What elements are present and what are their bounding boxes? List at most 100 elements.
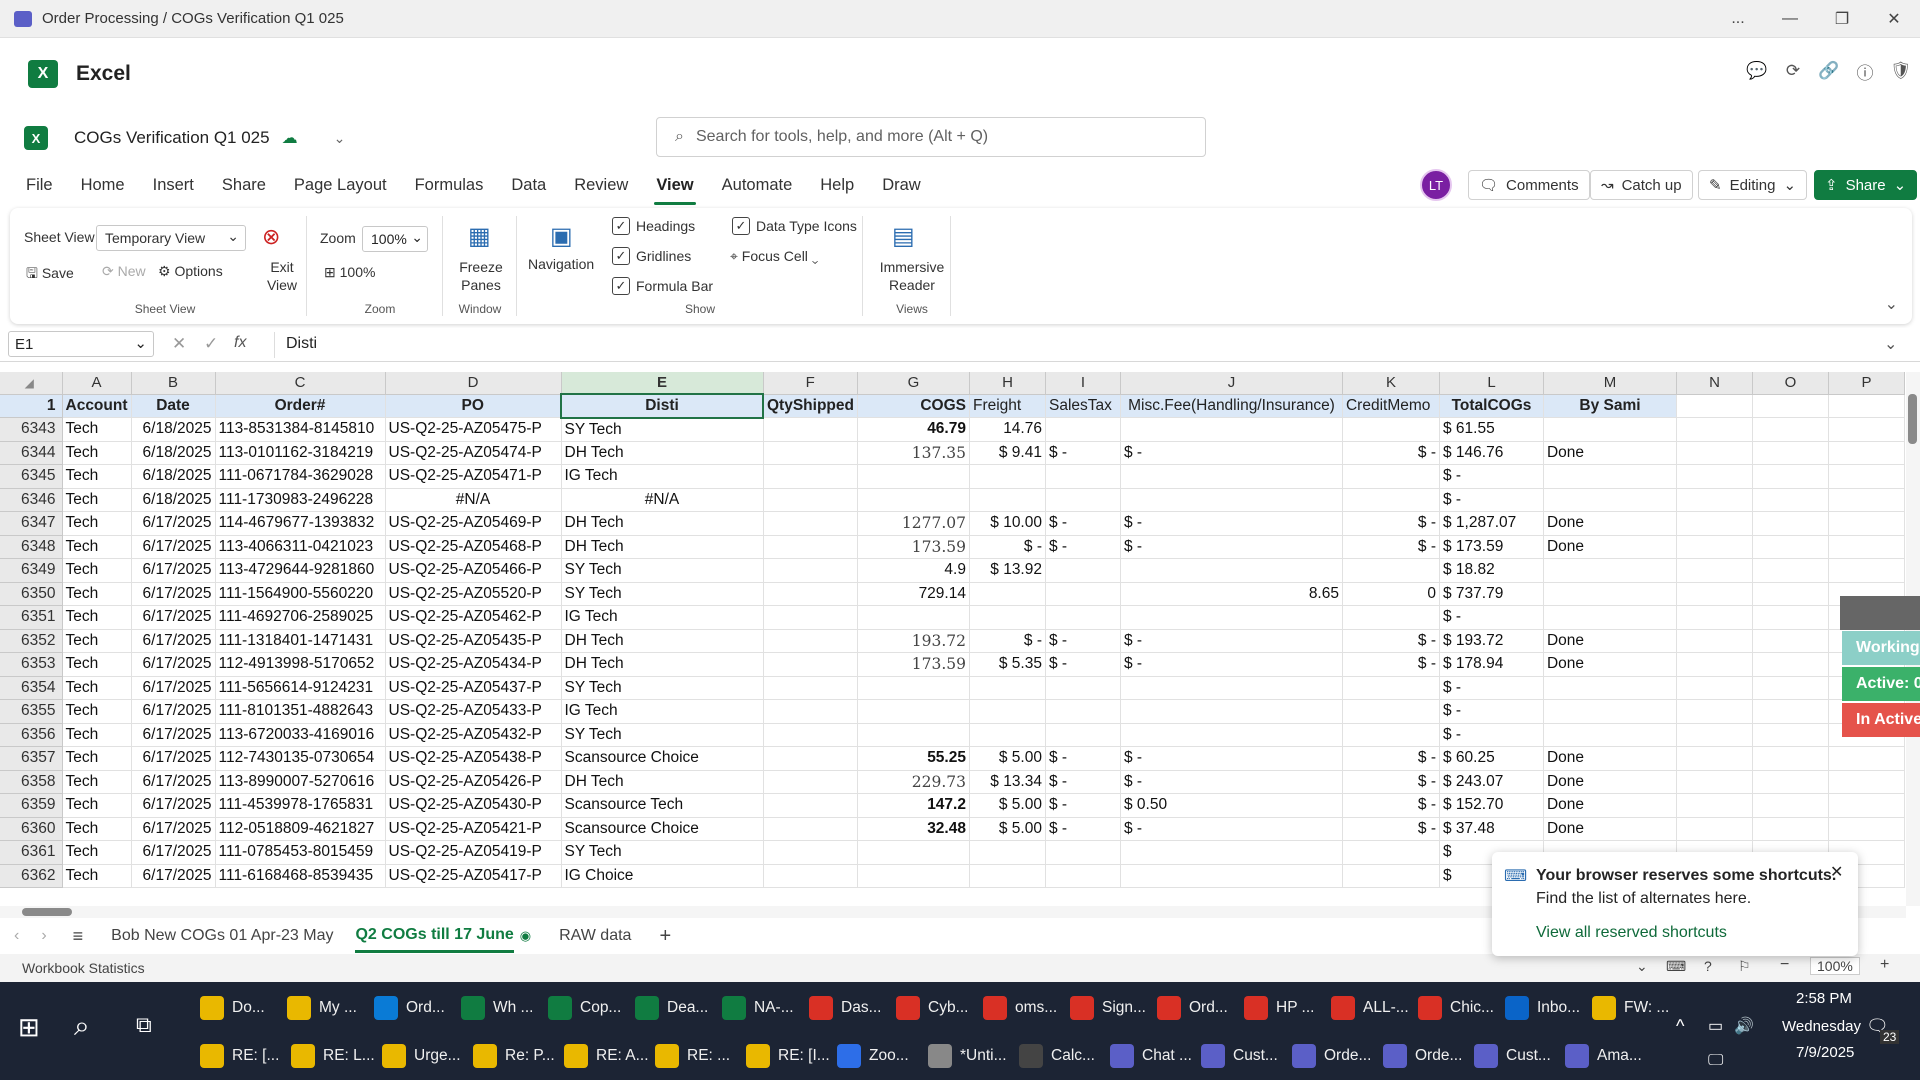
row-header[interactable]: 6354 (0, 676, 63, 700)
cell[interactable]: $ - (969, 535, 1046, 559)
cell[interactable]: $ - (1045, 817, 1121, 841)
info-icon[interactable]: ⓘ (1854, 60, 1876, 83)
header-cell[interactable]: Account (62, 394, 132, 418)
cell[interactable]: 6/17/2025 (131, 605, 216, 630)
cell[interactable]: 6/17/2025 (131, 770, 216, 794)
cell[interactable] (1752, 676, 1829, 700)
cell[interactable]: $ - (1045, 793, 1121, 818)
cell[interactable]: SY Tech (561, 676, 764, 700)
cell[interactable] (1752, 817, 1829, 841)
cell[interactable] (1543, 699, 1677, 724)
column-header-D[interactable]: D (385, 372, 562, 395)
cell[interactable]: $ 61.55 (1439, 417, 1544, 442)
cell[interactable]: 111-1318401-1471431 (215, 629, 386, 653)
cell[interactable] (857, 699, 970, 724)
taskbar-bottom-app-6[interactable]: RE: [I... (742, 1034, 830, 1078)
cell[interactable] (857, 840, 970, 865)
cell[interactable] (1676, 511, 1753, 536)
cell[interactable] (1543, 464, 1677, 489)
cell[interactable] (969, 488, 1046, 512)
immersive-reader-button[interactable]: Immersive Reader (872, 258, 952, 294)
cell[interactable]: Tech (62, 558, 132, 583)
taskbar-bottom-app-12[interactable]: Orde... (1288, 1034, 1371, 1078)
cell[interactable] (1676, 464, 1753, 489)
cell[interactable] (857, 464, 970, 489)
cell[interactable]: 112-4913998-5170652 (215, 652, 386, 677)
cell[interactable]: SY Tech (561, 558, 764, 583)
cell[interactable]: US-Q2-25-AZ05475-P (385, 417, 562, 442)
cell[interactable]: $ 37.48 (1439, 817, 1544, 841)
cell[interactable] (969, 699, 1046, 724)
cell[interactable]: Tech (62, 676, 132, 700)
cell[interactable] (1752, 723, 1829, 747)
cell[interactable]: DH Tech (561, 535, 764, 559)
cell[interactable]: $ - (1045, 441, 1121, 465)
taskbar-bottom-app-9[interactable]: Calc... (1015, 1034, 1095, 1078)
battery-icon[interactable]: ▭ (1708, 1016, 1723, 1036)
row-header[interactable]: 6357 (0, 746, 63, 771)
cell[interactable]: $ - (1120, 746, 1343, 771)
cell[interactable] (1342, 676, 1440, 700)
cell[interactable] (1342, 464, 1440, 489)
clock-date[interactable]: 7/9/2025 (1796, 1044, 1854, 1061)
cell[interactable]: US-Q2-25-AZ05417-P (385, 864, 562, 888)
row-header[interactable]: 6343 (0, 417, 63, 442)
menu-view[interactable]: View (654, 172, 696, 205)
cell[interactable]: Tech (62, 535, 132, 559)
cell[interactable] (763, 558, 858, 583)
cell[interactable]: $ - (1120, 441, 1343, 465)
cell[interactable] (1120, 417, 1343, 442)
cell[interactable] (969, 723, 1046, 747)
cell[interactable]: 4.9 (857, 558, 970, 583)
taskbar-bottom-app-13[interactable]: Orde... (1379, 1034, 1462, 1078)
cell[interactable] (1828, 441, 1905, 465)
cell[interactable]: DH Tech (561, 629, 764, 653)
cell[interactable]: 193.72 (857, 629, 970, 653)
h-scroll-thumb[interactable] (22, 908, 72, 916)
cell[interactable] (763, 605, 858, 630)
gridlines-checkbox[interactable]: ✓ (612, 247, 630, 265)
row-header[interactable]: 6359 (0, 793, 63, 818)
column-header-L[interactable]: L (1439, 372, 1544, 395)
header-cell[interactable] (1828, 394, 1905, 418)
cell[interactable]: $ 10.00 (969, 511, 1046, 536)
cell[interactable]: Tech (62, 582, 132, 606)
cell[interactable] (1752, 770, 1829, 794)
cell[interactable]: Tech (62, 840, 132, 865)
row-header[interactable]: 6344 (0, 441, 63, 465)
taskbar-bottom-app-3[interactable]: Re: P... (469, 1034, 555, 1078)
header-cell[interactable]: QtyShipped (763, 394, 858, 418)
cell[interactable]: #N/A (561, 488, 764, 512)
cell[interactable] (1752, 793, 1829, 818)
cell[interactable]: 113-4729644-9281860 (215, 558, 386, 583)
cell[interactable]: 32.48 (857, 817, 970, 841)
cell[interactable] (1543, 723, 1677, 747)
taskbar-top-app-6[interactable]: NA-... (718, 986, 794, 1030)
taskbar-bottom-app-14[interactable]: Cust... (1470, 1034, 1551, 1078)
cell[interactable]: $ - (1045, 652, 1121, 677)
cell[interactable]: 113-8531384-8145810 (215, 417, 386, 442)
cell[interactable]: $ - (969, 629, 1046, 653)
sheet-view-dropdown[interactable]: Temporary View ⌄ (96, 225, 246, 251)
enter-icon[interactable]: ✓ (204, 334, 218, 354)
cell[interactable] (1342, 864, 1440, 888)
cell[interactable]: 6/17/2025 (131, 699, 216, 724)
column-header-H[interactable]: H (969, 372, 1046, 395)
editing-mode-button[interactable]: ✎ Editing ⌄ (1698, 170, 1808, 200)
cell[interactable] (1752, 699, 1829, 724)
cell[interactable] (1120, 699, 1343, 724)
cell[interactable] (763, 817, 858, 841)
cell[interactable]: 6/17/2025 (131, 793, 216, 818)
taskbar-bottom-app-1[interactable]: RE: L... (287, 1034, 375, 1078)
cell[interactable]: US-Q2-25-AZ05433-P (385, 699, 562, 724)
cell[interactable] (1752, 746, 1829, 771)
cell[interactable] (857, 676, 970, 700)
status-zoom[interactable]: 100% (1810, 957, 1860, 975)
cell[interactable] (1120, 676, 1343, 700)
cell[interactable]: US-Q2-25-AZ05421-P (385, 817, 562, 841)
cell[interactable]: Scansource Choice (561, 817, 764, 841)
cell[interactable]: Done (1543, 441, 1677, 465)
cell[interactable] (1543, 676, 1677, 700)
taskbar-top-app-16[interactable]: FW: ... (1588, 986, 1669, 1030)
cell[interactable]: Tech (62, 417, 132, 442)
